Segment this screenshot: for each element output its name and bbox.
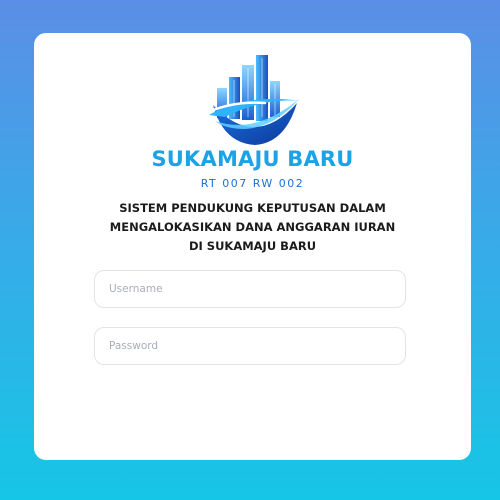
heading-line-3: DI SUKAMAJU BARU xyxy=(188,239,317,253)
brand-subtitle: RT 007 RW 002 xyxy=(200,177,305,190)
heading-line-2: MENGALOKASIKAN DANA ANGGARAN IURAN xyxy=(109,220,396,234)
system-heading: SISTEM PENDUKUNG KEPUTUSAN DALAM MENGALO… xyxy=(74,199,431,256)
brand-title: SUKAMAJU BARU xyxy=(151,147,354,171)
login-card: SUKAMAJU BARU RT 007 RW 002 SISTEM PENDU… xyxy=(34,33,471,460)
username-input[interactable] xyxy=(94,270,406,308)
heading-line-1: SISTEM PENDUKUNG KEPUTUSAN DALAM xyxy=(119,201,386,215)
city-buildings-logo xyxy=(209,55,301,145)
password-input[interactable] xyxy=(94,327,406,365)
